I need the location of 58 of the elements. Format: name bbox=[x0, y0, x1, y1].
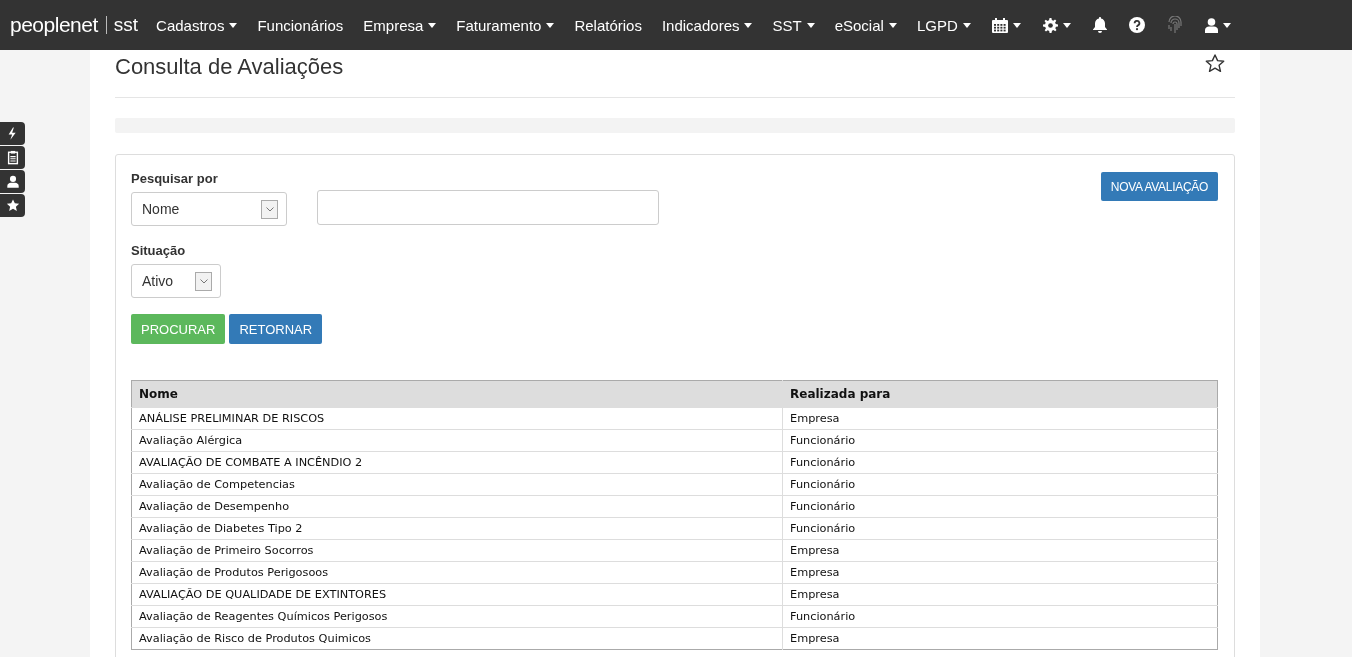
back-button[interactable]: RETORNAR bbox=[229, 314, 323, 344]
chevron-down-icon bbox=[199, 278, 208, 284]
table-cell: Avaliação Alérgica bbox=[131, 429, 783, 452]
nav-menu-item[interactable]: LGPD bbox=[916, 16, 958, 34]
settings-icon[interactable] bbox=[1042, 17, 1058, 33]
table-cell: Funcionário bbox=[782, 495, 1218, 518]
star-icon bbox=[5, 198, 20, 213]
star-icon[interactable] bbox=[1205, 54, 1225, 73]
table-cell: AVALIAÇÃO DE QUALIDADE DE EXTINTORES bbox=[131, 583, 783, 606]
help-icon[interactable] bbox=[1128, 17, 1145, 33]
nav-menu-item[interactable]: Cadastros bbox=[156, 16, 225, 34]
bolt-button[interactable] bbox=[0, 122, 25, 145]
new-evaluation-button[interactable]: NOVA AVALIAÇÃO bbox=[1100, 172, 1218, 201]
table-cell: Avaliação de Desempenho bbox=[131, 495, 783, 518]
status-select[interactable]: Ativo bbox=[131, 264, 221, 298]
table-cell: Funcionário bbox=[782, 429, 1218, 452]
table-cell: Empresa bbox=[782, 539, 1218, 562]
nav-menu-item[interactable]: Empresa bbox=[363, 16, 424, 34]
page-title: Consulta de Avaliações bbox=[115, 53, 344, 80]
table-cell: Funcionário bbox=[782, 605, 1218, 628]
search-by-select[interactable]: Nome bbox=[131, 192, 287, 226]
table-cell: Funcionário bbox=[782, 451, 1218, 474]
table-cell: Empresa bbox=[782, 561, 1218, 584]
clipboard-button[interactable] bbox=[0, 146, 25, 169]
nav-menu-item[interactable]: eSocial bbox=[834, 16, 884, 34]
table-cell: Avaliação de Diabetes Tipo 2 bbox=[131, 517, 783, 540]
table-cell: Empresa bbox=[782, 627, 1218, 650]
star-button[interactable] bbox=[0, 194, 25, 217]
table-cell: Avaliação de Competencias bbox=[131, 473, 783, 496]
table-cell: Funcionário bbox=[782, 473, 1218, 496]
nav-menu-item[interactable]: Funcionários bbox=[257, 16, 344, 34]
table-cell: Avaliação de Risco de Produtos Quimicos bbox=[131, 627, 783, 650]
table-cell: Avaliação de Primeiro Socorros bbox=[131, 539, 783, 562]
field-label: Situação bbox=[131, 243, 187, 258]
nav-menu-item[interactable]: Faturamento bbox=[456, 16, 542, 34]
product-logo[interactable]: sst bbox=[113, 14, 139, 36]
user-icon bbox=[5, 174, 20, 189]
clipboard-icon bbox=[5, 150, 20, 165]
table-cell: AVALIAÇÃO DE COMBATE A INCÊNDIO 2 bbox=[131, 451, 783, 474]
search-field[interactable] bbox=[317, 190, 659, 225]
column-header: Nome bbox=[131, 380, 783, 408]
column-header: Realizada para bbox=[782, 380, 1218, 408]
table-cell: Empresa bbox=[782, 583, 1218, 606]
nav-menu-item[interactable]: SST bbox=[772, 16, 802, 34]
table-cell: ANÁLISE PRELIMINAR DE RISCOS bbox=[131, 407, 783, 430]
brand-logo[interactable]: peoplenet bbox=[10, 13, 98, 37]
nav-menu-item[interactable]: Relatórios bbox=[574, 16, 642, 34]
table-cell: Avaliação de Produtos Perigosoos bbox=[131, 561, 783, 584]
nav-menu-item[interactable]: Indicadores bbox=[661, 16, 740, 34]
table-cell: Funcionário bbox=[782, 517, 1218, 540]
user-icon[interactable] bbox=[1204, 17, 1218, 33]
user-button[interactable] bbox=[0, 170, 25, 193]
field-label: Pesquisar por bbox=[131, 171, 219, 186]
bell-icon[interactable] bbox=[1092, 17, 1107, 33]
calendar-icon[interactable] bbox=[991, 17, 1008, 33]
table-cell: Empresa bbox=[782, 407, 1218, 430]
chevron-down-icon bbox=[265, 206, 274, 212]
table-cell: Avaliação de Reagentes Químicos Perigosos bbox=[131, 605, 783, 628]
